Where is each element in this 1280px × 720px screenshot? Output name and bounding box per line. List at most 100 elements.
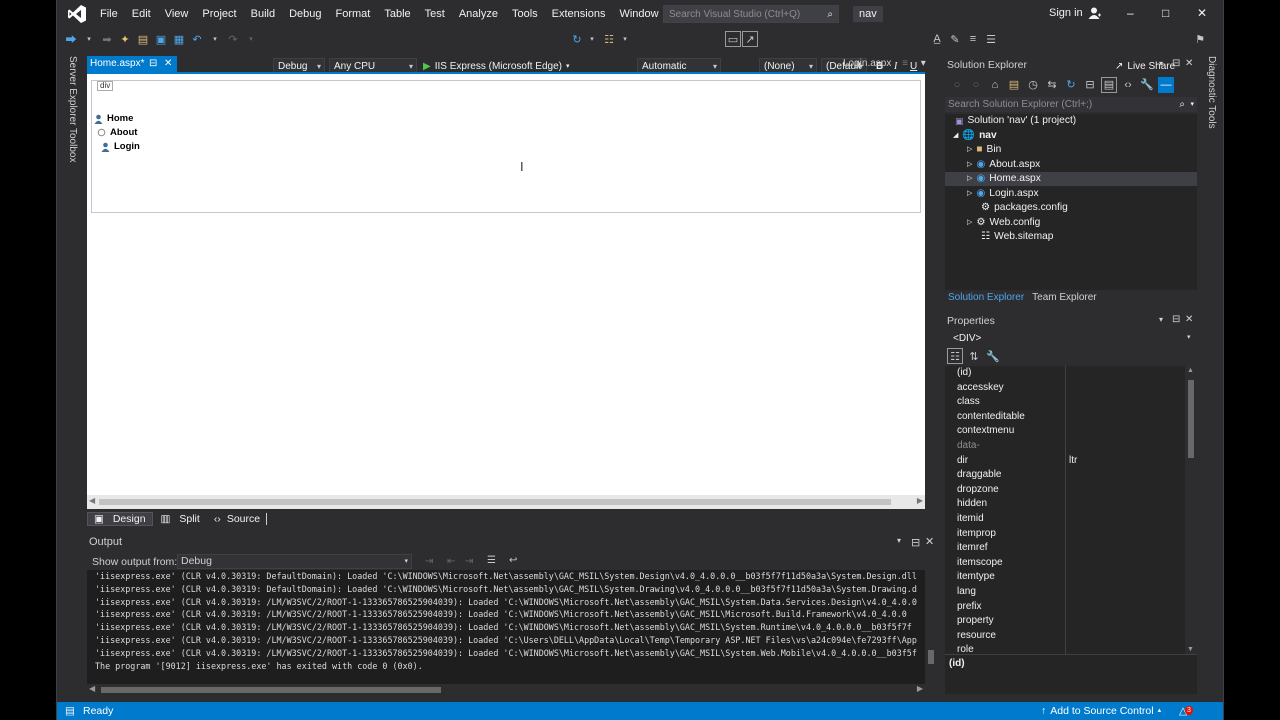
tree-item-home-aspx[interactable]: ▷ ◉ Home.aspx [967,172,1041,187]
scrollbar-thumb[interactable] [928,650,934,664]
panel-menu-icon[interactable]: ▾ [1159,315,1163,324]
sign-in-button[interactable]: Sign in [1049,7,1102,19]
overflow-icon[interactable]: ≡ [902,58,908,69]
scrollbar-thumb[interactable] [101,687,441,693]
scroll-up-icon[interactable]: ▲ [1187,367,1194,374]
tree-item-web-config[interactable]: ▷ ⚙ Web.config [967,216,1040,231]
save-icon[interactable]: ▣ [153,31,169,47]
font-color-icon[interactable]: A̲ [929,31,945,47]
output-horizontal-scrollbar[interactable]: ◀ ▶ [87,684,925,696]
search-box[interactable]: Search Visual Studio (Ctrl+Q) ⌕ [663,5,839,23]
browser-link-icon[interactable]: ☷ [601,31,617,47]
solution-explorer-search[interactable]: Search Solution Explorer (Ctrl+;) ⌕ ▾ [945,97,1197,112]
scroll-down-icon[interactable]: ▼ [1187,646,1194,653]
align-icon[interactable]: ≡ [965,31,981,47]
minimize-icon[interactable]: – [1127,6,1134,20]
dropdown-arrow-icon[interactable]: ▾ [81,31,97,47]
close-panel-icon[interactable]: ✕ [1185,58,1193,69]
property-column-divider[interactable] [1065,366,1066,654]
menu-item-table[interactable]: Table [377,8,417,20]
close-panel-icon[interactable]: ✕ [925,535,934,548]
output-text[interactable]: 'iisexpress.exe' (CLR v4.0.30319: Defaul… [87,570,925,684]
sync-icon[interactable]: ⇆ [1044,77,1060,93]
back-icon[interactable]: ⮕ [63,31,79,47]
scroll-left-icon[interactable]: ◀ [89,496,95,505]
show-details-icon[interactable]: ↗ [742,31,758,47]
highlight-icon[interactable]: ✎ [947,31,963,47]
forward-icon[interactable]: ○ [968,77,984,93]
menu-item-file[interactable]: File [93,8,125,20]
designer-horizontal-scrollbar[interactable]: ◀ ▶ [87,495,925,509]
close-tab-icon[interactable]: ✕ [164,56,172,72]
menu-item-analyze[interactable]: Analyze [452,8,505,20]
menu-item-window[interactable]: Window [612,8,665,20]
prev-message-icon[interactable]: ⇤ [447,556,455,567]
alphabetical-icon[interactable]: ⇅ [966,348,982,364]
redo-icon[interactable]: ↷ [225,31,241,47]
tree-item-solution[interactable]: ▣ Solution 'nav' (1 project) [955,114,1076,129]
scroll-right-icon[interactable]: ▶ [917,496,923,505]
refresh-icon[interactable]: ↻ [1063,77,1079,93]
menu-item-extensions[interactable]: Extensions [545,8,613,20]
feedback-icon[interactable]: ⚑ [1192,31,1208,47]
panel-menu-icon[interactable]: ▾ [1159,59,1163,68]
properties-vertical-scrollbar[interactable]: ▲ ▼ [1185,366,1197,654]
pin-icon[interactable]: ⊟ [1172,314,1180,325]
menu-item-project[interactable]: Project [195,8,243,20]
menu-item-edit[interactable]: Edit [125,8,158,20]
undo-dropdown-icon[interactable]: ▾ [207,31,223,47]
back-icon[interactable]: ○ [949,77,965,93]
collapse-all-icon[interactable]: ⊟ [1082,77,1098,93]
diagnostic-tools-tab[interactable]: Diagnostic Tools [1206,56,1217,129]
pin-icon[interactable]: ⊟ [149,56,157,72]
show-all-files-icon[interactable]: ▤ [1101,76,1117,93]
open-folder-icon[interactable]: ▤ [135,31,151,47]
view-code-icon[interactable]: ‹› [1120,77,1136,93]
nav-item-about[interactable]: About [97,127,137,138]
menu-item-format[interactable]: Format [329,8,378,20]
tab-team-explorer[interactable]: Team Explorer [1032,292,1096,306]
nav-item-home[interactable]: Home [94,113,133,124]
scroll-left-icon[interactable]: ◀ [89,684,95,693]
scroll-right-icon[interactable]: ▶ [917,684,923,693]
close-panel-icon[interactable]: ✕ [1185,314,1193,325]
browser-link-dropdown-icon[interactable]: ▾ [617,31,633,47]
tree-item-about-aspx[interactable]: ▷ ◉ About.aspx [967,158,1040,173]
menu-item-build[interactable]: Build [244,8,282,20]
tree-item-project[interactable]: ◢ 🌐 nav [953,129,997,144]
tree-item-web-sitemap[interactable]: ☷ Web.sitemap [981,230,1053,245]
menu-item-view[interactable]: View [158,8,196,20]
maximize-icon[interactable]: □ [1162,6,1169,20]
output-source-select[interactable]: Debug ▾ [177,554,412,569]
tree-item-bin[interactable]: ▷ ■ Bin [967,143,1001,158]
scrollbar-thumb[interactable] [1188,380,1194,458]
refresh-icon[interactable]: ↻ [569,31,585,47]
server-explorer-tab[interactable]: Server Explorer [67,56,78,125]
tree-item-packages-config[interactable]: ⚙ packages.config [981,201,1068,216]
property-pages-icon[interactable]: 🔧 [985,348,1001,364]
toolbox-tab[interactable]: Toolbox [67,128,78,162]
source-view-button[interactable]: ‹› Source [208,513,268,525]
scrollbar-thumb[interactable] [99,499,891,505]
notifications-button[interactable]: △ 3 [1179,702,1193,720]
refresh-dropdown-icon[interactable]: ▾ [584,31,600,47]
next-message-icon[interactable]: ⇥ [465,556,473,567]
show-borders-icon[interactable]: ▭ [725,31,741,47]
menu-item-debug[interactable]: Debug [282,8,328,20]
forward-icon[interactable]: ➡ [99,31,115,47]
categorized-icon[interactable]: ☷ [947,348,963,364]
home-icon[interactable]: ⌂ [987,77,1003,93]
bullets-icon[interactable]: ☰ [983,31,999,47]
word-wrap-icon[interactable]: ↩ [509,555,517,566]
pin-icon[interactable]: ⊟ [1172,58,1180,69]
close-window-icon[interactable]: ✕ [1197,6,1207,20]
nav-item-login[interactable]: Login [101,141,140,152]
undo-icon[interactable]: ↶ [189,31,205,47]
panel-menu-icon[interactable]: ▾ [897,536,901,545]
output-vertical-scrollbar[interactable] [925,570,937,684]
tab-solution-explorer[interactable]: Solution Explorer [945,292,1024,306]
property-value[interactable]: ltr [1069,454,1077,469]
new-item-icon[interactable]: ✦ [117,31,133,47]
pin-icon[interactable]: ⊟ [911,536,920,549]
split-view-button[interactable]: ▥ Split [155,513,206,525]
